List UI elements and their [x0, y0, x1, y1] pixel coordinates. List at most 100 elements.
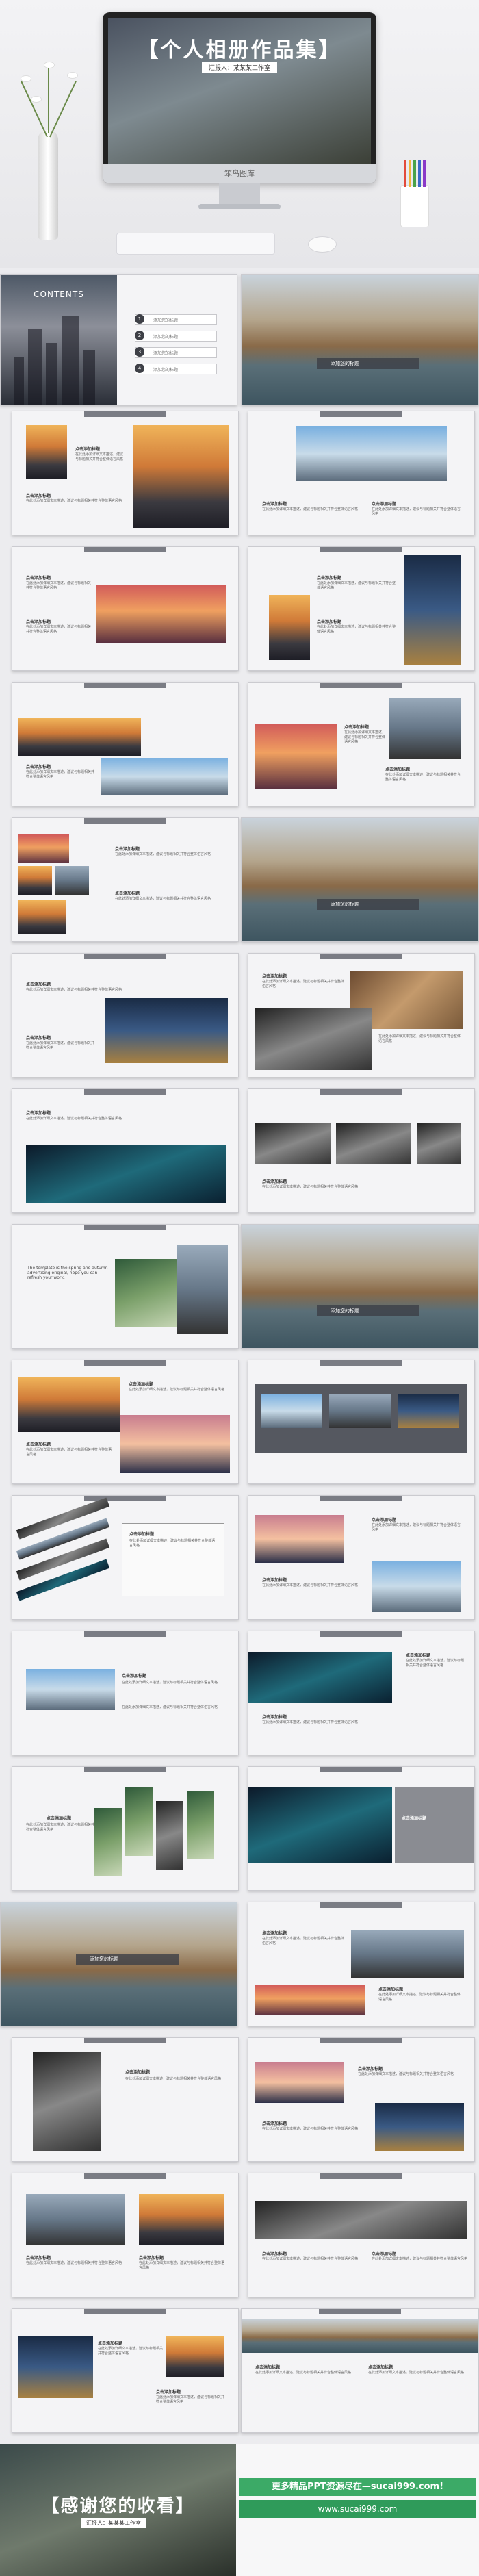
- slide-heading: 点击添加标题: [26, 494, 51, 498]
- slide-body: 在此处添加详细文本描述，建议与标题相关并符合整体语言风格: [122, 1705, 218, 1709]
- photo: [255, 2201, 467, 2239]
- end-subtitle: 汇报人：某某某工作室: [81, 2518, 146, 2528]
- photo-slide: 点击添加标题 在此处添加详细文本描述，建议与标题相关并符合整体语言风格 点击添加…: [248, 1631, 475, 1755]
- monitor-stand: [219, 183, 260, 205]
- photo: [177, 1245, 228, 1334]
- photo-slide: 点击添加标题 在此处添加详细文本描述，建议与标题相关并符合整体语言风格: [248, 1088, 475, 1213]
- slide-heading: 点击添加标题: [47, 1816, 72, 1821]
- end-section: 【感谢您的收看】 汇报人：某某某工作室 更多精品PPT资源尽在—sucai999…: [0, 2444, 479, 2576]
- slide-body: 在此处添加详细文本描述，建议与标题相关并符合整体语言风格: [317, 625, 396, 634]
- ad-line-2[interactable]: www.sucai999.com: [240, 2500, 476, 2518]
- photo: [156, 1801, 183, 1870]
- ad-line-1[interactable]: 更多精品PPT资源尽在—sucai999.com!: [240, 2478, 476, 2496]
- hero-subtitle: 汇报人：某某某工作室: [201, 62, 278, 73]
- venice-photo: [242, 275, 478, 405]
- photo-slide: 点击添加标题 在此处添加详细文本描述，建议与标题相关并符合整体语言风格 点击添加…: [248, 2173, 475, 2297]
- photo: [166, 2336, 224, 2377]
- photo: [255, 1008, 372, 1070]
- photo-slide: 点击添加标题 在此处添加详细文本描述，建议与标题相关并符合整体语言风格 点击添加…: [248, 2037, 475, 2162]
- slide-body: 在此处添加详细文本描述，建议与标题相关并符合整体语言风格: [125, 2077, 222, 2081]
- photo-slide: 点击添加标题 在此处添加详细文本描述，建议与标题相关并符合整体语言风格: [12, 1766, 239, 1891]
- slide-heading: 点击添加标题: [125, 2070, 151, 2075]
- slide-body: 在此处添加详细文本描述，建议与标题相关并符合整体语言风格: [129, 1388, 225, 1392]
- photo: [18, 866, 52, 895]
- slide-body: 在此处添加详细文本描述，建议与标题相关并符合整体语言风格: [26, 1448, 112, 1457]
- text-frame: 点击添加标题 在此处添加详细文本描述，建议与标题相关并符合整体语言风格: [122, 1523, 224, 1596]
- text-panel: 点击添加标题: [395, 1787, 474, 1863]
- photo: [115, 1259, 183, 1327]
- photo-slide: 点击添加标题 在此处添加详细文本描述，建议与标题相关并符合整体语言风格 点击添加…: [248, 546, 475, 671]
- slide-body: 在此处添加详细文本描述，建议与标题相关并符合整体语言风格: [262, 2257, 359, 2261]
- photo-slide: 点击添加标题 在此处添加详细文本描述，建议与标题相关并符合整体语言风格 点击添加…: [248, 1495, 475, 1620]
- slide-heading: 点击添加标题: [378, 1987, 404, 1992]
- slide-body: 在此处添加详细文本描述，建议与标题相关并符合整体语言风格: [262, 1583, 359, 1587]
- slide-heading: 点击添加标题: [26, 1036, 51, 1041]
- slide-heading: 点击添加标题: [402, 1816, 427, 1821]
- slide-heading: 点击添加标题: [385, 767, 411, 772]
- photo: [261, 1394, 322, 1428]
- slide-tab: [84, 2038, 166, 2043]
- photo-slide: 点击添加标题 在此处添加详细文本描述，建议与标题相关并符合整体语言风格 点击添加…: [12, 546, 239, 671]
- ad-banner[interactable]: 更多精品PPT资源尽在—sucai999.com! www.sucai999.c…: [240, 2478, 476, 2533]
- pencil-icon: [404, 160, 406, 187]
- slide-heading: 点击添加标题: [317, 576, 342, 581]
- slide-heading: 点击添加标题: [115, 891, 140, 896]
- photo: [255, 2062, 344, 2103]
- slide-tab: [320, 1360, 402, 1366]
- slide-heading: 点击添加标题: [98, 2341, 123, 2346]
- venice-photo: [242, 1225, 478, 1348]
- slide-body: 在此处添加详细文本描述，建议与标题相关并符合整体语言风格: [372, 507, 461, 516]
- photo: [372, 1561, 461, 1612]
- slide-tab: [319, 2309, 401, 2314]
- photo-band: [255, 1384, 467, 1453]
- photo-slide: 点击添加标题 在此处添加详细文本描述，建议与标题相关并符合整体语言风格: [12, 2037, 239, 2162]
- slide-body: 在此处添加详细文本描述，建议与标题相关并符合整体语言风格: [406, 1659, 465, 1668]
- building: [62, 316, 79, 405]
- slide-body: 在此处添加详细文本描述，建议与标题相关并符合整体语言风格: [372, 1523, 461, 1532]
- slide-tab: [84, 1360, 166, 1366]
- slide-heading: 点击添加标题: [156, 2390, 181, 2395]
- photo-slide: 点击添加标题 在此处添加详细文本描述，建议与标题相关并符合整体语言风格 点击添加…: [248, 411, 475, 535]
- slide-body: 在此处添加详细文本描述，建议与标题相关并符合整体语言风格: [262, 2127, 359, 2131]
- slide-tab: [320, 547, 402, 552]
- photo: [255, 1515, 344, 1563]
- photo: [375, 2103, 464, 2151]
- photo-slide: [248, 1360, 475, 1484]
- section-title: 添加您的标题: [317, 899, 419, 910]
- slide-body: 在此处添加详细文本描述，建议与标题相关并符合整体语言风格: [26, 1823, 95, 1832]
- slide-heading: 点击添加标题: [372, 2252, 397, 2256]
- photo: [255, 1985, 365, 2015]
- photo: [94, 1808, 122, 1876]
- photo: [269, 595, 310, 660]
- photo-slide: 点击添加标题 在此处添加详细文本描述，建议与标题相关并符合整体语言风格: [12, 1495, 239, 1620]
- slide-tab: [84, 547, 166, 552]
- slide-body: 在此处添加详细文本描述，建议与标题相关并符合整体语言风格: [156, 2395, 225, 2404]
- keyboard: [116, 233, 275, 255]
- slide-tab: [320, 2173, 402, 2179]
- photo: [18, 900, 66, 934]
- photo: [329, 1394, 391, 1428]
- contents-item-3[interactable]: 3 添加您的标题: [135, 347, 217, 358]
- photo-slide: 点击添加标题 在此处添加详细文本描述，建议与标题相关并符合整体语言风格 点击添加…: [12, 817, 239, 942]
- contents-title: CONTENTS: [34, 290, 84, 299]
- slide-tab: [320, 411, 402, 417]
- slide-tab: [84, 2309, 166, 2314]
- photo: [389, 698, 461, 759]
- end-title: 【感谢您的收看】: [41, 2496, 195, 2516]
- venice-photo: [242, 818, 478, 941]
- photo: [404, 555, 461, 665]
- slide-body: 在此处添加详细文本描述，建议与标题相关并符合整体语言风格: [139, 2261, 225, 2270]
- slide-body: 在此处添加详细文本描述，建议与标题相关并符合整体语言风格: [344, 730, 386, 744]
- slide-heading: 点击添加标题: [26, 620, 51, 624]
- photo-slide: 点击添加标题 在此处添加详细文本描述，建议与标题相关并符合整体语言风格: [12, 682, 239, 806]
- photo: [26, 2194, 125, 2245]
- slide-heading: 点击添加标题: [122, 1674, 147, 1679]
- contents-item-1[interactable]: 1 添加您的标题: [135, 314, 217, 325]
- slide-body: 在此处添加详细文本描述，建议与标题相关并符合整体语言风格: [262, 1185, 359, 1189]
- photo-slide: 点击添加标题 在此处添加详细文本描述，建议与标题相关并符合整体语言风格 在此处添…: [248, 953, 475, 1077]
- photo: [101, 758, 228, 795]
- flower-icon: [31, 96, 42, 103]
- contents-item-2[interactable]: 2 添加您的标题: [135, 331, 217, 342]
- slide-tab: [84, 1089, 166, 1095]
- contents-item-4[interactable]: 4 添加您的标题: [135, 364, 217, 374]
